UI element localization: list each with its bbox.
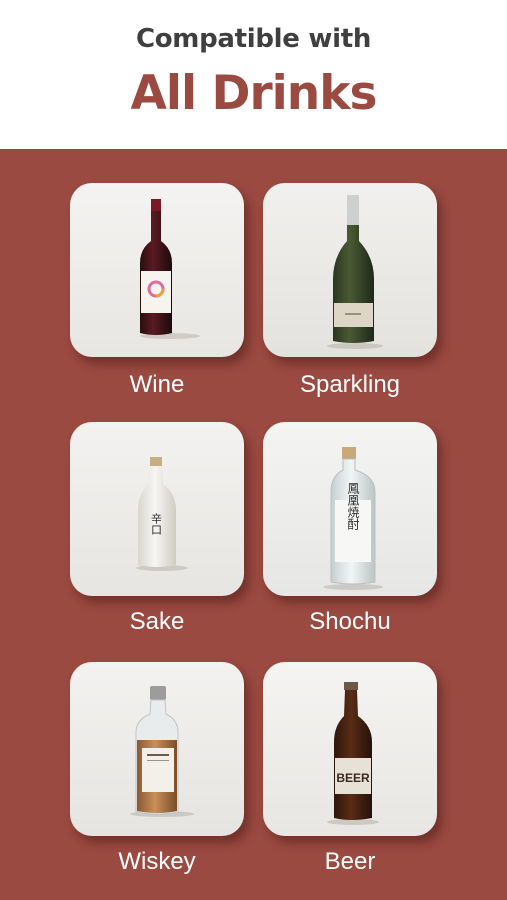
drink-card-wiskey[interactable] (70, 662, 244, 836)
drink-card-sparkling[interactable] (263, 183, 437, 357)
drink-card-sake[interactable]: 辛口 (70, 422, 244, 596)
champagne-bottle-icon (263, 183, 437, 357)
header: Compatible with All Drinks (0, 0, 507, 149)
drink-label-sake: Sake (129, 608, 185, 635)
shochu-bottle-icon: 鳳凰焼酎 (263, 422, 437, 596)
beer-bottle-icon: BEER (263, 662, 437, 836)
header-title: All Drinks (130, 66, 378, 121)
wine-bottle-icon (70, 183, 244, 357)
whiskey-bottle-icon (70, 662, 244, 836)
drink-card-beer[interactable]: BEER (263, 662, 437, 836)
sake-label-text: 辛口 (150, 512, 163, 535)
drink-label-wine: Wine (129, 371, 185, 398)
drink-label-wiskey: Wiskey (118, 848, 196, 875)
beer-label-text: BEER (336, 771, 370, 785)
sake-bottle-icon: 辛口 (70, 422, 244, 596)
header-subtitle: Compatible with (135, 24, 372, 54)
drink-card-shochu[interactable]: 鳳凰焼酎 (263, 422, 437, 596)
drink-label-beer: Beer (324, 848, 376, 875)
drink-label-sparkling: Sparkling (299, 371, 401, 398)
shochu-label-text: 鳳凰焼酎 (346, 482, 360, 530)
drink-card-wine[interactable] (70, 183, 244, 357)
drink-label-shochu: Shochu (309, 608, 391, 635)
